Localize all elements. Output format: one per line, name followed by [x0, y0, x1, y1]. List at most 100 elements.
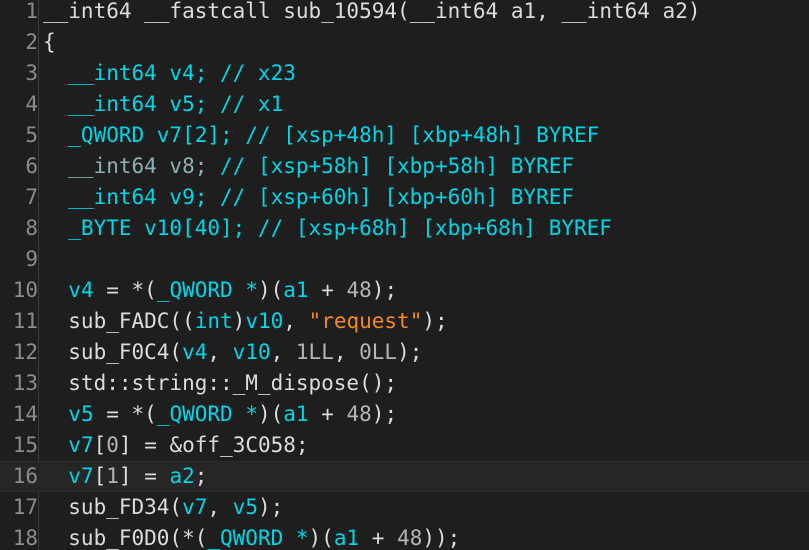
code-token: v5	[68, 402, 94, 426]
code-line[interactable]: 6 __int64 v8; // [xsp+58h] [xbp+58h] BYR…	[0, 151, 809, 182]
code-token: ,	[536, 0, 562, 23]
code-token: __int64 v4; // x23	[43, 61, 296, 85]
code-token: std::string::_M_dispose();	[43, 371, 398, 395]
code-token: );	[422, 309, 448, 333]
line-number: 3	[25, 61, 38, 85]
code-line[interactable]: 7 __int64 v9; // [xsp+60h] [xbp+60h] BYR…	[0, 182, 809, 213]
code-text: __int64 v5; // x1	[43, 89, 283, 120]
code-token: __int64 v5; // x1	[43, 92, 284, 116]
code-line[interactable]: 2{	[0, 27, 809, 58]
code-token: [	[93, 464, 107, 488]
code-token: a1	[283, 278, 309, 302]
code-line[interactable]: 8 _BYTE v10[40]; // [xsp+68h] [xbp+68h] …	[0, 213, 809, 244]
code-text: v7[1] = a2;	[43, 462, 207, 491]
code-token: __int64 a1	[409, 0, 537, 23]
code-line[interactable]: 13 std::string::_M_dispose();	[0, 368, 809, 399]
code-token: ] =	[118, 464, 170, 488]
code-text: v5 = *(_QWORD *)(a1 + 48);	[43, 399, 397, 430]
code-line[interactable]: 11 sub_FADC((int)v10, "request");	[0, 306, 809, 337]
code-token: );	[371, 402, 398, 426]
code-token: ));	[422, 526, 461, 550]
code-text: sub_FD34(v7, v5);	[43, 492, 283, 523]
code-token: 1LL	[295, 340, 334, 364]
code-token: +	[308, 278, 347, 302]
code-token: 1	[106, 464, 119, 488]
code-token: sub_FADC((	[43, 309, 195, 333]
code-token: ;	[194, 464, 208, 488]
code-line[interactable]: 10 v4 = *(_QWORD *)(a1 + 48);	[0, 275, 809, 306]
code-token: // [xsp+58h] [xbp+58h] BYREF	[220, 154, 575, 178]
code-text: sub_F0C4(v4, v10, 1LL, 0LL);	[43, 337, 422, 368]
code-line[interactable]: 1 __int64 __fastcall sub_10594(__int64 a1…	[0, 0, 809, 27]
code-text: {	[43, 27, 56, 58]
line-number: 14	[12, 402, 38, 426]
line-number: 6	[25, 154, 38, 178]
code-line[interactable]: 18 sub_F0D0(*(_QWORD *)(a1 + 48));	[0, 523, 809, 550]
code-line[interactable]: 14 v5 = *(_QWORD *)(a1 + 48);	[0, 399, 809, 430]
code-line[interactable]: 5 _QWORD v7[2]; // [xsp+48h] [xbp+48h] B…	[0, 120, 809, 151]
code-token: "request"	[308, 309, 423, 333]
code-token: 48	[397, 526, 423, 550]
code-text: sub_F0D0(*(_QWORD *)(a1 + 48));	[43, 523, 460, 550]
code-text: _BYTE v10[40]; // [xsp+68h] [xbp+68h] BY…	[43, 213, 612, 244]
code-line[interactable]: 17 sub_FD34(v7, v5);	[0, 492, 809, 523]
code-token: sub_10594	[283, 0, 398, 23]
line-number: 15	[12, 433, 38, 457]
code-token: sub_FD34(	[43, 495, 183, 519]
code-token: v4	[182, 340, 208, 364]
code-line[interactable]: 12 sub_F0C4(v4, v10, 1LL, 0LL);	[0, 337, 809, 368]
code-text: std::string::_M_dispose();	[43, 368, 397, 399]
code-token: a2	[169, 464, 195, 488]
code-line[interactable]: 16 v7[1] = a2;	[0, 461, 809, 492]
code-token: )	[232, 309, 246, 333]
code-token: [	[93, 433, 107, 457]
code-token: +	[308, 402, 347, 426]
code-token: ,	[207, 495, 233, 519]
code-token: = *(	[93, 402, 157, 426]
code-line[interactable]: 15 v7[0] = &off_3C058;	[0, 430, 809, 461]
code-token: 0LL	[359, 340, 398, 364]
code-token: 48	[346, 278, 372, 302]
pseudocode-view[interactable]: 1 __int64 __fastcall sub_10594(__int64 a1…	[0, 0, 809, 550]
code-token: sub_F0C4(	[43, 340, 183, 364]
code-token: = *(	[93, 278, 157, 302]
code-token: ,	[270, 340, 296, 364]
code-token: int	[194, 309, 233, 333]
code-token: ,	[283, 309, 309, 333]
code-token: _BYTE v10[40]; // [xsp+68h] [xbp+68h] BY…	[43, 216, 612, 240]
code-token: v10	[245, 309, 284, 333]
code-token: );	[257, 495, 284, 519]
code-token: _QWORD *	[207, 526, 309, 550]
code-token: )	[687, 0, 701, 23]
code-token: _QWORD *	[156, 402, 258, 426]
line-number: 7	[25, 185, 38, 209]
line-number: 16	[12, 464, 38, 488]
line-number: 8	[25, 216, 38, 240]
code-text: sub_FADC((int)v10, "request");	[43, 306, 448, 337]
code-token: )(	[257, 402, 284, 426]
code-token: __int64 v8;	[43, 154, 221, 178]
code-token: v5	[232, 495, 258, 519]
code-text: v7[0] = &off_3C058;	[43, 430, 309, 461]
line-number: 1	[25, 0, 38, 23]
code-token: 48	[346, 402, 372, 426]
code-line[interactable]: 9	[0, 244, 809, 275]
code-token: +	[359, 526, 398, 550]
code-line[interactable]: 3 __int64 v4; // x23	[0, 58, 809, 89]
code-token: v7	[68, 433, 94, 457]
line-number: 9	[25, 247, 38, 271]
code-token: )(	[308, 526, 334, 550]
code-text: v4 = *(_QWORD *)(a1 + 48);	[43, 275, 397, 306]
line-number: 4	[25, 92, 38, 116]
line-number: 13	[12, 371, 38, 395]
code-line[interactable]: 4 __int64 v5; // x1	[0, 89, 809, 120]
code-token: a1	[333, 526, 360, 550]
code-token: ] = &off_3C058;	[118, 433, 309, 457]
code-token: v4	[68, 278, 94, 302]
line-number: 10	[12, 278, 38, 302]
line-number: 5	[25, 123, 38, 147]
